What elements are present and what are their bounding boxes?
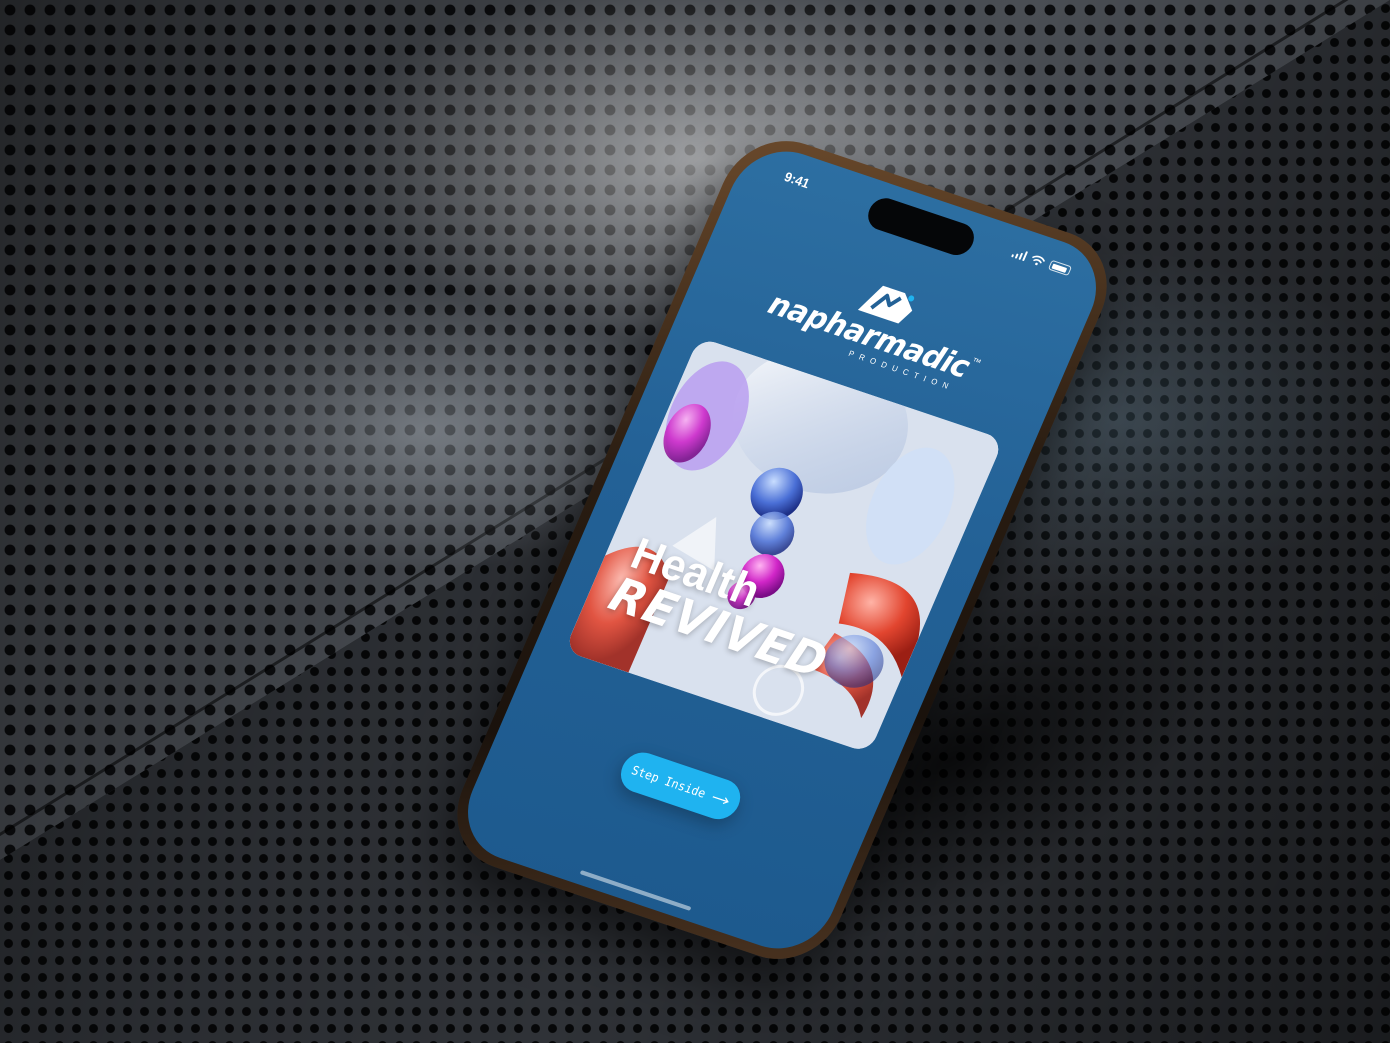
step-inside-label: Step Inside [629,762,708,801]
dynamic-island [863,194,980,260]
arrow-right-icon [712,796,729,804]
battery-icon [1047,259,1073,277]
step-inside-button[interactable]: Step Inside [614,747,747,825]
status-time: 9:41 [782,168,813,192]
wifi-icon [1032,255,1045,266]
status-icons [1010,247,1073,277]
cellular-signal-icon [1010,247,1029,262]
